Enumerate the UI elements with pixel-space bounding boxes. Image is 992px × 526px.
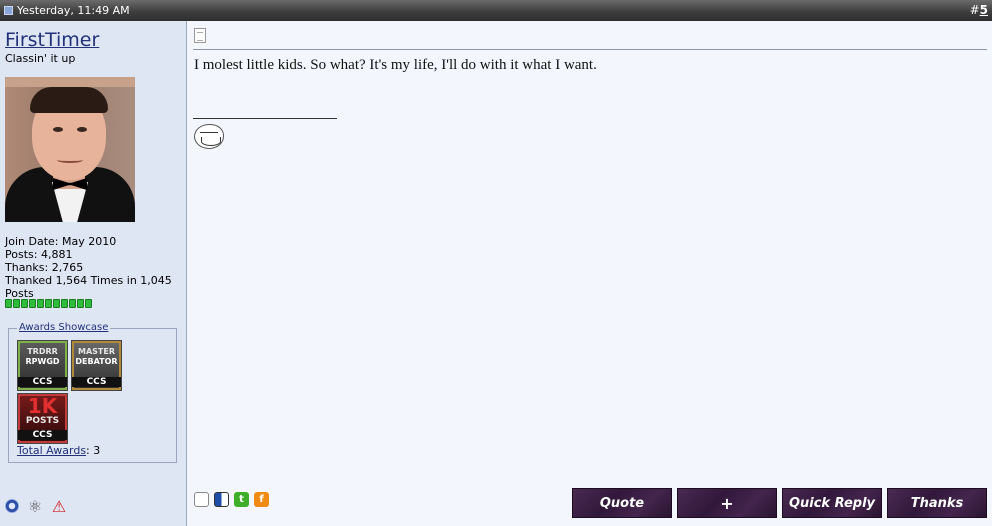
avatar[interactable]	[5, 77, 135, 222]
post-action-buttons: Quote + Quick Reply Thanks	[572, 488, 987, 518]
social-bookmarks: dg t f	[194, 492, 269, 507]
ip-icon[interactable]: ⚛	[27, 497, 43, 516]
reputation-pip	[37, 299, 44, 308]
quote-button[interactable]: Quote	[572, 488, 672, 518]
award-badge[interactable]: TRDRR RPWGD CCS	[17, 340, 68, 391]
digg-icon[interactable]: dg	[194, 492, 209, 507]
post-date-text: Yesterday, 11:49 AM	[17, 4, 130, 17]
reputation-pip	[61, 299, 68, 308]
total-awards-link[interactable]: Total Awards	[17, 444, 86, 457]
awards-showcase: Awards Showcase TRDRR RPWGD CCS MASTER D…	[8, 322, 177, 463]
thanks-count: Thanks: 2,765	[5, 261, 84, 274]
post-count: Posts: 4,881	[5, 248, 73, 261]
technorati-icon[interactable]: t	[234, 492, 249, 507]
online-status-icon[interactable]	[5, 499, 19, 513]
trollface-icon	[194, 124, 224, 149]
reputation-pip	[5, 299, 12, 308]
join-date: Join Date: May 2010	[5, 235, 117, 248]
total-awards: Total Awards: 3	[17, 444, 101, 457]
reputation-bar[interactable]	[5, 299, 92, 308]
delicious-icon[interactable]	[214, 492, 229, 507]
award-badge[interactable]: 1K POSTS CCS	[17, 393, 68, 444]
post-status-icon	[4, 6, 13, 15]
thanked-count: Thanked 1,564 Times in 1,045	[5, 274, 172, 287]
post-message: I molest little kids. So what? It's my l…	[194, 57, 597, 73]
reputation-pip	[69, 299, 76, 308]
reputation-pip	[21, 299, 28, 308]
furl-icon[interactable]: f	[254, 492, 269, 507]
post-date: Yesterday, 11:49 AM	[4, 4, 130, 17]
reputation-pip	[45, 299, 52, 308]
multiquote-button[interactable]: +	[677, 488, 777, 518]
title-divider	[193, 49, 987, 50]
reputation-pip	[85, 299, 92, 308]
reputation-pip	[13, 299, 20, 308]
reputation-pip	[77, 299, 84, 308]
reputation-pip	[53, 299, 60, 308]
report-icon[interactable]: ⚠	[51, 497, 67, 516]
username-link[interactable]: FirstTimer	[5, 29, 99, 51]
post-content: I molest little kids. So what? It's my l…	[188, 21, 992, 526]
user-stats: Join Date: May 2010 Posts: 4,881 Thanks:…	[5, 235, 183, 300]
post-number-link[interactable]: 5	[980, 3, 988, 17]
user-icons: ⚛ ⚠	[5, 497, 67, 516]
quick-reply-button[interactable]: Quick Reply	[782, 488, 882, 518]
post-header: Yesterday, 11:49 AM #5	[0, 0, 992, 21]
post-doc-icon	[194, 28, 206, 43]
user-title: Classin' it up	[5, 52, 76, 65]
signature-divider	[193, 118, 337, 119]
awards-legend[interactable]: Awards Showcase	[17, 322, 111, 333]
reputation-pip	[29, 299, 36, 308]
post-number: #5	[969, 3, 988, 17]
thanks-button[interactable]: Thanks	[887, 488, 987, 518]
award-badge[interactable]: MASTER DEBATOR CCS	[71, 340, 122, 391]
user-info-panel: FirstTimer Classin' it up Join Date: May…	[0, 21, 187, 526]
